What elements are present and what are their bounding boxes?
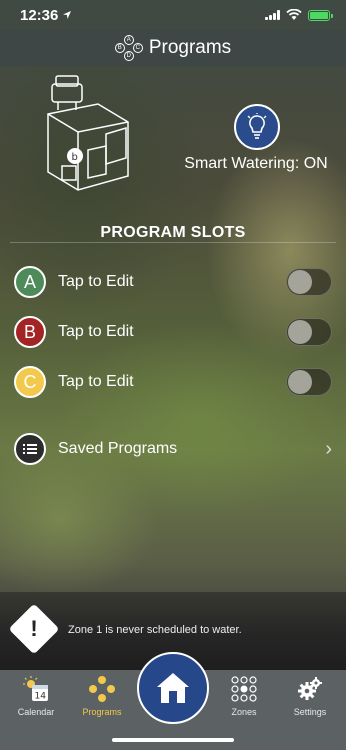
tab-calendar[interactable]: 14 Calendar [6, 676, 66, 722]
program-slot-b[interactable]: B Tap to Edit [14, 315, 332, 349]
valve-device-illustration: b [47, 75, 129, 191]
smart-watering-status[interactable]: Smart Watering: ON [180, 155, 332, 173]
smart-watering-button[interactable] [234, 104, 280, 150]
tab-label: Settings [293, 707, 327, 717]
home-icon [157, 673, 189, 703]
lightbulb-icon [247, 113, 267, 139]
gears-icon [298, 677, 322, 700]
status-time: 12:36 [20, 6, 59, 24]
program-slot-c[interactable]: C Tap to Edit [14, 365, 332, 399]
zones-grid-icon [231, 676, 257, 702]
slot-label[interactable]: Tap to Edit [58, 273, 286, 291]
saved-programs-label: Saved Programs [58, 440, 178, 457]
tab-settings[interactable]: Settings [280, 676, 340, 722]
warning-exclamation: ! [30, 616, 38, 641]
tab-programs[interactable]: Programs [72, 676, 132, 722]
abc-programs-icon: A B C D [114, 35, 143, 61]
status-bar: 12:36 [0, 0, 346, 30]
cellular-signal-icon [265, 10, 280, 20]
slot-a-toggle[interactable] [286, 268, 332, 296]
section-title: PROGRAM SLOTS [100, 224, 246, 241]
slot-label[interactable]: Tap to Edit [58, 373, 286, 391]
slot-b-toggle[interactable] [286, 318, 332, 346]
slot-letter-badge: C [14, 366, 46, 398]
tab-label: Programs [82, 707, 122, 717]
home-indicator[interactable] [112, 738, 234, 742]
slot-letter-badge: B [14, 316, 46, 348]
slot-c-toggle[interactable] [286, 368, 332, 396]
wifi-icon [286, 9, 302, 20]
program-slot-a[interactable]: A Tap to Edit [14, 265, 332, 299]
divider [10, 242, 336, 243]
svg-text:b: b [72, 152, 78, 163]
tab-label: Zones [231, 707, 257, 717]
abc-programs-icon [89, 676, 115, 702]
home-button[interactable] [137, 652, 209, 724]
tab-label: Calendar [17, 707, 55, 717]
list-icon [14, 433, 46, 465]
calendar-icon: 14 [23, 676, 48, 702]
slot-letter-badge: A [14, 266, 46, 298]
alert-message: Zone 1 is never scheduled to water. [68, 624, 242, 636]
slot-label[interactable]: Tap to Edit [58, 323, 286, 341]
location-arrow-icon [63, 11, 72, 19]
tab-zones[interactable]: Zones [214, 676, 274, 722]
chevron-right-icon: › [325, 437, 332, 460]
svg-text:14: 14 [35, 692, 47, 702]
saved-programs-row[interactable]: Saved Programs › [14, 432, 332, 466]
page-header: A B C D Programs [0, 30, 346, 66]
page-title: Programs [148, 37, 232, 58]
battery-icon [308, 9, 333, 21]
